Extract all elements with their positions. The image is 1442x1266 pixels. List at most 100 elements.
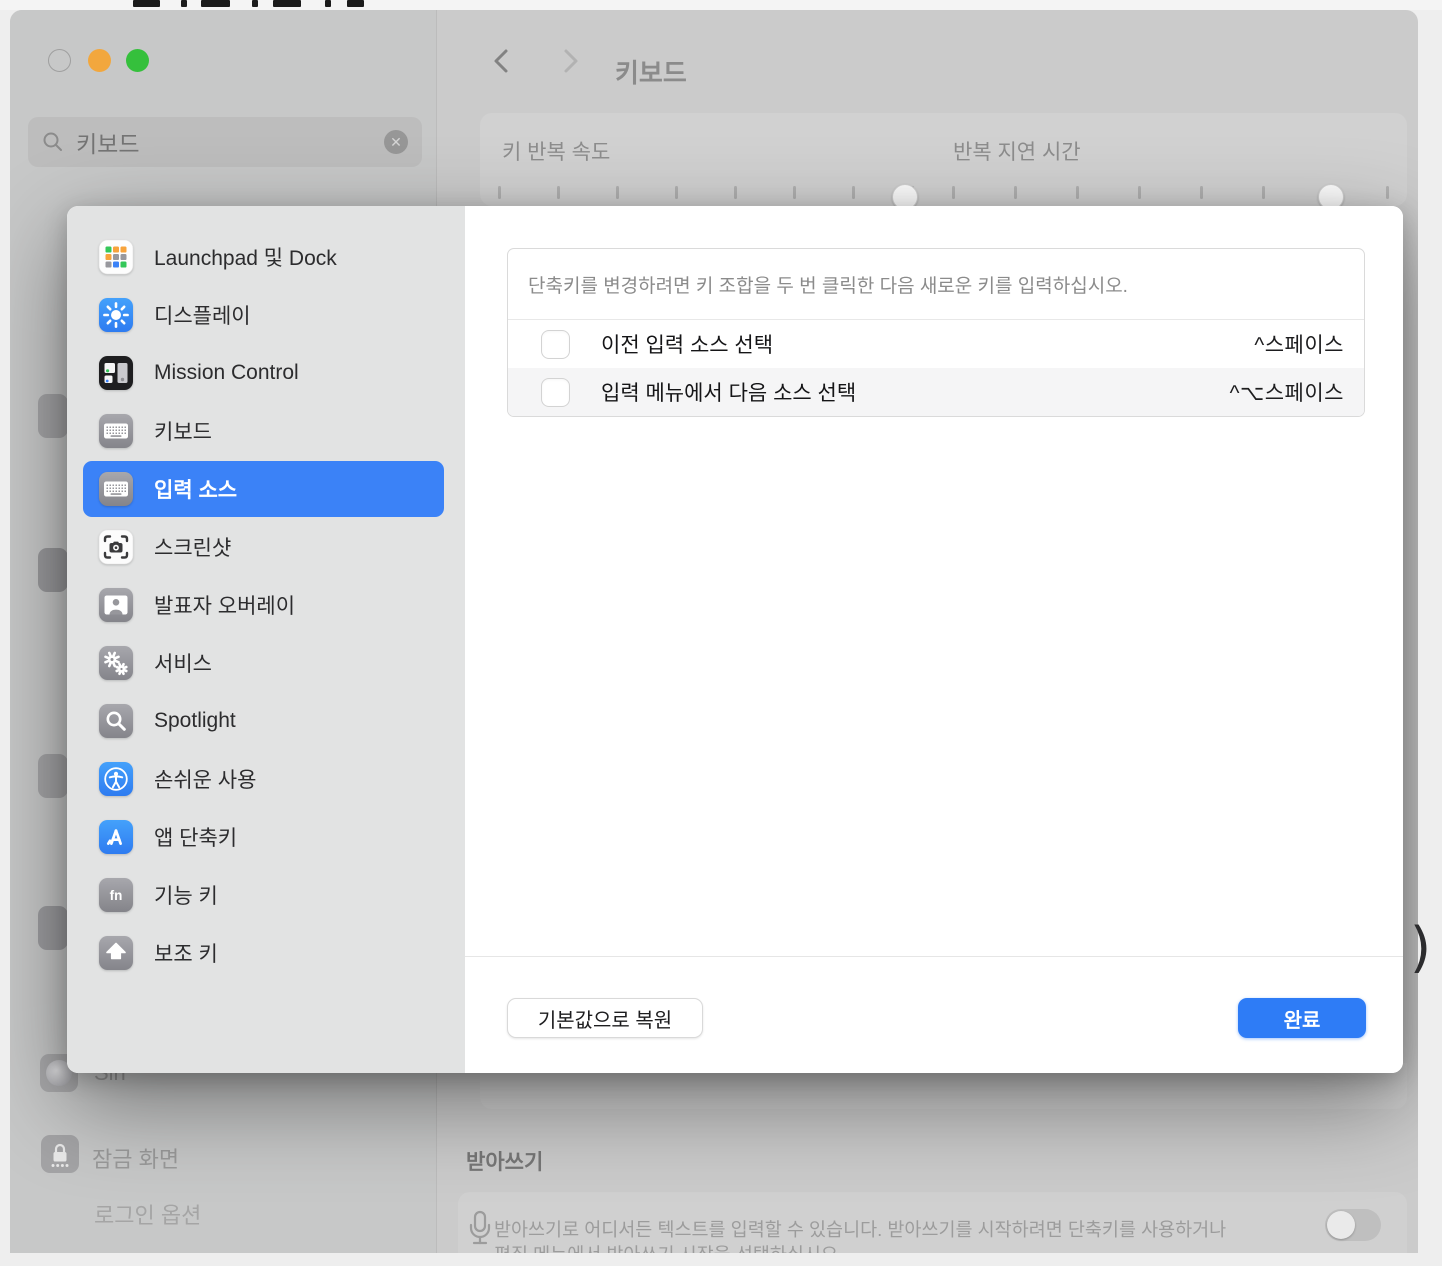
settings-window: 키보드 ✕ 키보드 키 반복 속도 반복 지연 시간 Siri 잠금 화면 로그… [10, 10, 1418, 1253]
slider-tick [1138, 186, 1141, 199]
dialog-sidebar-items: Launchpad 및 Dock 디스플레이 Mission Control 키보드입… [67, 229, 465, 981]
minimize-window-icon[interactable] [88, 49, 111, 72]
slider-tick [557, 186, 560, 199]
shortcut-row[interactable]: 이전 입력 소스 선택 ^스페이스 [508, 320, 1364, 368]
sidebar-item-label: Mission Control [154, 361, 299, 385]
spotlight-icon [98, 703, 134, 739]
mission-control-icon [98, 355, 134, 391]
shortcut-row[interactable]: 입력 메뉴에서 다음 소스 선택 ^⌥스페이스 [508, 368, 1364, 416]
slider-tick [675, 186, 678, 199]
sidebar-item-label: 발표자 오버레이 [154, 590, 295, 620]
services-icon [98, 645, 134, 681]
cropped-glyph-fragment [273, 0, 301, 7]
chevron-right-icon[interactable] [558, 47, 584, 75]
repeat-delay-label: 반복 지연 시간 [953, 136, 1081, 166]
sidebar-item-display[interactable]: 디스플레이 [83, 287, 444, 343]
slider-tick [498, 186, 501, 199]
sidebar-item-app-shortcuts[interactable]: 앱 단축키 [83, 809, 444, 865]
sidebar-item-accessibility[interactable]: 손쉬운 사용 [83, 751, 444, 807]
sidebar-item-login-options[interactable]: 로그인 옵션 [94, 1198, 201, 1230]
slider-tick [852, 186, 855, 199]
cropped-glyph-fragment [133, 0, 160, 7]
accessibility-icon [98, 761, 134, 797]
chevron-left-icon[interactable] [488, 47, 514, 75]
lock-icon [40, 1134, 80, 1174]
sidebar-item-label: 입력 소스 [154, 474, 237, 504]
search-value: 키보드 [76, 125, 139, 159]
sidebar-item-label: 앱 단축키 [154, 822, 237, 852]
key-repeat-panel [480, 113, 1407, 206]
dictation-description-2: 편집 메뉴에서 받아쓰기 시작을 선택하십시오. [494, 1241, 843, 1253]
cropped-glyph-fragment [252, 0, 258, 7]
search-input[interactable]: 키보드 ✕ [28, 117, 422, 167]
sidebar-item-label: 기능 키 [154, 880, 218, 910]
slider-tick [1200, 186, 1203, 199]
dictation-title: 받아쓰기 [466, 1146, 543, 1176]
footer-divider [465, 956, 1403, 957]
close-window-icon[interactable] [48, 49, 71, 72]
slider-tick [734, 186, 737, 199]
keyboard-icon [98, 413, 134, 449]
launchpad-icon [98, 239, 134, 275]
background-sidebar-partial-icon [38, 548, 68, 592]
shortcut-keys[interactable]: ^⌥스페이스 [1230, 377, 1344, 407]
shortcut-keys[interactable]: ^스페이스 [1254, 329, 1344, 359]
dictation-toggle[interactable] [1325, 1209, 1381, 1241]
sidebar-item-label: 손쉬운 사용 [154, 764, 256, 794]
svg-text:fn: fn [110, 888, 123, 903]
cropped-glyph-fragment [181, 0, 187, 7]
app-shortcuts-icon [98, 819, 134, 855]
slider-tick [952, 186, 955, 199]
slider-tick [793, 186, 796, 199]
sidebar-item-mission-control[interactable]: Mission Control [83, 345, 444, 401]
sidebar-item-label: Spotlight [154, 709, 236, 733]
shortcut-checkbox[interactable] [541, 330, 570, 359]
background-sidebar-partial-icon [38, 754, 68, 798]
input-sources-icon [98, 471, 134, 507]
cropped-glyph-fragment [201, 0, 230, 7]
sidebar-item-input-sources[interactable]: 입력 소스 [83, 461, 444, 517]
microphone-icon [467, 1210, 493, 1253]
sidebar-item-modifier-keys[interactable]: 보조 키 [83, 925, 444, 981]
page-title: 키보드 [615, 53, 687, 90]
sidebar-item-label: 서비스 [154, 648, 212, 678]
sidebar-item-function-keys[interactable]: fn 기능 키 [83, 867, 444, 923]
shortcut-label: 입력 메뉴에서 다음 소스 선택 [601, 377, 856, 407]
sidebar-item-keyboard[interactable]: 키보드 [83, 403, 444, 459]
sidebar-item-launchpad[interactable]: Launchpad 및 Dock [83, 229, 444, 285]
cropped-glyph-fragment [347, 0, 364, 7]
magnifier-icon [40, 129, 66, 155]
cropped-text-strip [0, 0, 1442, 10]
sidebar-item-label: 보조 키 [154, 938, 218, 968]
sidebar-item-services[interactable]: 서비스 [83, 635, 444, 691]
shortcuts-panel: 단축키를 변경하려면 키 조합을 두 번 클릭한 다음 새로운 키를 입력하십시… [507, 248, 1365, 417]
slider-tick [1014, 186, 1017, 199]
sidebar-item-label: 스크린샷 [154, 532, 231, 562]
dictation-description-1: 받아쓰기로 어디서든 텍스트를 입력할 수 있습니다. 받아쓰기를 시작하려면 … [494, 1216, 1226, 1242]
done-button[interactable]: 완료 [1238, 998, 1366, 1038]
sidebar-item-lock-screen[interactable]: 잠금 화면 [92, 1142, 179, 1174]
zoom-window-icon[interactable] [126, 49, 149, 72]
slider-tick [1262, 186, 1265, 199]
background-sidebar-partial-icon [38, 394, 68, 438]
shortcuts-dialog: Launchpad 및 Dock디스플레이Mission Control키보드입… [67, 206, 1403, 1073]
function-keys-icon: fn [98, 877, 134, 913]
clear-circle-icon[interactable]: ✕ [384, 130, 408, 154]
shortcut-checkbox[interactable] [541, 378, 570, 407]
shortcut-label: 이전 입력 소스 선택 [601, 329, 773, 359]
dialog-content: 단축키를 변경하려면 키 조합을 두 번 클릭한 다음 새로운 키를 입력하십시… [465, 206, 1403, 1073]
sidebar-item-presenter-overlay[interactable]: 발표자 오버레이 [83, 577, 444, 633]
presenter-overlay-icon [98, 587, 134, 623]
sidebar-item-screenshot[interactable]: 스크린샷 [83, 519, 444, 575]
clipped-background-glyph: ) [1410, 916, 1431, 979]
sidebar-item-spotlight[interactable]: Spotlight [83, 693, 444, 749]
modifier-keys-icon [98, 935, 134, 971]
slider-tick [1386, 186, 1389, 199]
screenshot-icon [98, 529, 134, 565]
toggle-knob [1327, 1211, 1355, 1239]
dialog-sidebar: Launchpad 및 Dock 디스플레이 Mission Control 키보드입… [67, 206, 465, 1073]
sidebar-item-label: 디스플레이 [154, 300, 251, 330]
restore-defaults-button[interactable]: 기본값으로 복원 [507, 998, 703, 1038]
slider-tick [616, 186, 619, 199]
background-sidebar-partial-icon [38, 906, 68, 950]
